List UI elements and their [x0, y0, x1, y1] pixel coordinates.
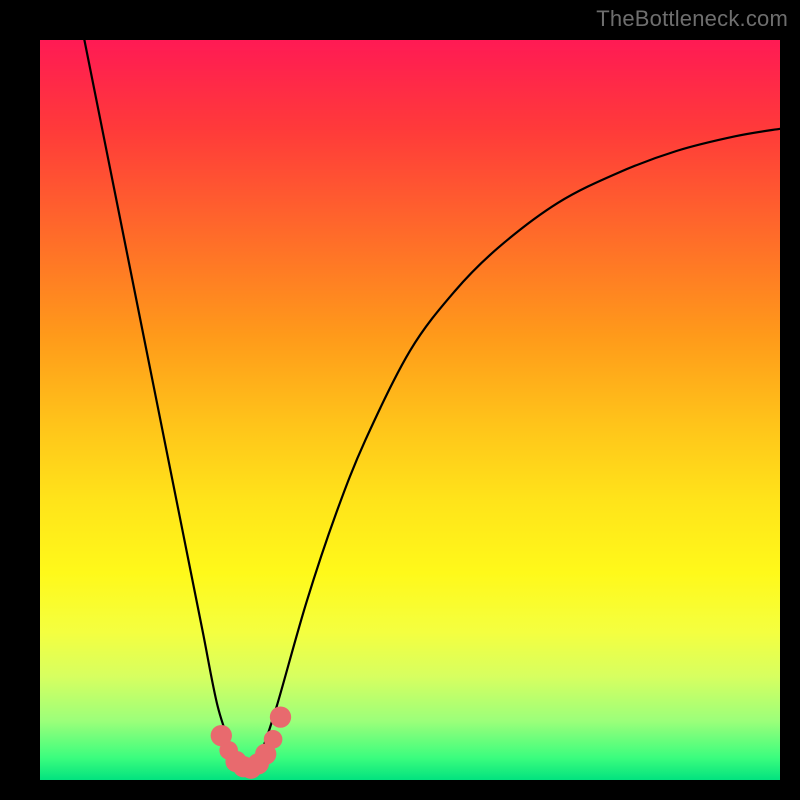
bottleneck-curve [84, 40, 780, 773]
chart-svg [40, 40, 780, 780]
chart-frame: TheBottleneck.com [0, 0, 800, 800]
curve-markers [211, 706, 292, 778]
plot-area [40, 40, 780, 780]
curve-marker [270, 706, 291, 727]
curve-marker [264, 730, 283, 749]
watermark-text: TheBottleneck.com [596, 6, 788, 32]
